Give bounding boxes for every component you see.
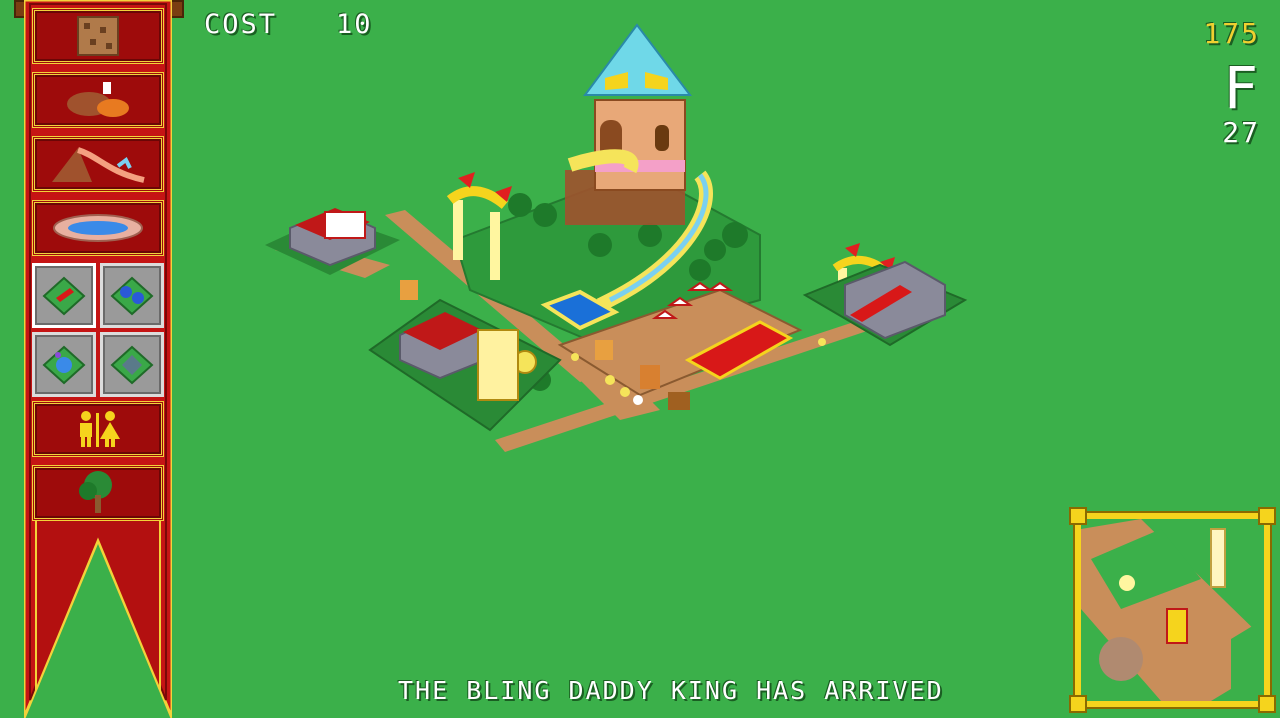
build-pool-button[interactable] (32, 200, 164, 256)
game-viewport[interactable]: COST 10 175 F 27 THE BLING DADDY KING HA… (0, 0, 1280, 718)
visitor (620, 387, 630, 397)
cost-value: 10 (336, 9, 373, 40)
minimap[interactable] (1073, 511, 1272, 709)
tree (533, 203, 557, 227)
scenery-tiles (32, 263, 164, 397)
tree (722, 222, 748, 248)
money-counter: 175 (1203, 17, 1260, 50)
food-stall (640, 365, 660, 389)
tree (638, 223, 662, 247)
build-toilets-button[interactable] (32, 401, 164, 457)
minimap-corner (1069, 695, 1087, 713)
tree (588, 233, 612, 257)
build-food-button[interactable] (32, 72, 164, 128)
build-trees-button[interactable] (32, 465, 164, 521)
park-grade: F (1223, 54, 1260, 122)
visitor (633, 395, 643, 405)
tree (508, 193, 532, 217)
visitor-count: 27 (1222, 116, 1260, 149)
event-message: THE BLING DADDY KING HAS ARRIVED (398, 676, 944, 705)
tower-roof (583, 23, 693, 96)
food-stall (400, 280, 418, 300)
minimap-corner (1069, 507, 1087, 525)
arch-pillar (453, 200, 463, 260)
hedge-plot-tile[interactable] (100, 332, 164, 397)
garden-plot-icon (42, 276, 86, 315)
minimap-view (1081, 519, 1264, 701)
flower-bed-tile[interactable] (100, 263, 164, 328)
flag (458, 172, 475, 188)
wizard-tower[interactable] (565, 23, 693, 225)
food-stall (595, 340, 613, 360)
minimap-corner (1258, 695, 1276, 713)
food-stall (668, 392, 690, 410)
tree (689, 259, 711, 281)
build-path-button[interactable] (32, 8, 164, 64)
build-slide-button[interactable] (32, 136, 164, 192)
dirt-path-icon (77, 16, 119, 56)
water-slide-icon (52, 147, 145, 183)
tree-icon (79, 471, 112, 513)
cost-label: COST (204, 9, 278, 40)
hedge-plot-icon (110, 345, 154, 384)
flag (845, 243, 860, 257)
toilets-icon (80, 411, 120, 447)
visitor (571, 353, 579, 361)
visitor (818, 338, 826, 346)
tree (704, 239, 726, 261)
flower-bed-icon (110, 276, 154, 315)
arch-pillar (490, 212, 500, 280)
minimap-corner (1258, 507, 1276, 525)
fountain-plot-tile[interactable] (32, 332, 96, 397)
food-stall-icon (67, 82, 129, 117)
fountain-plot-icon (42, 345, 86, 384)
gold-pillar (477, 329, 519, 401)
visitor (605, 375, 615, 385)
build-menu-banner (24, 0, 172, 718)
pool-icon (53, 214, 143, 242)
garden-plot-tile[interactable] (32, 263, 96, 328)
toilet-sign (324, 211, 366, 239)
tower-window (655, 125, 669, 151)
